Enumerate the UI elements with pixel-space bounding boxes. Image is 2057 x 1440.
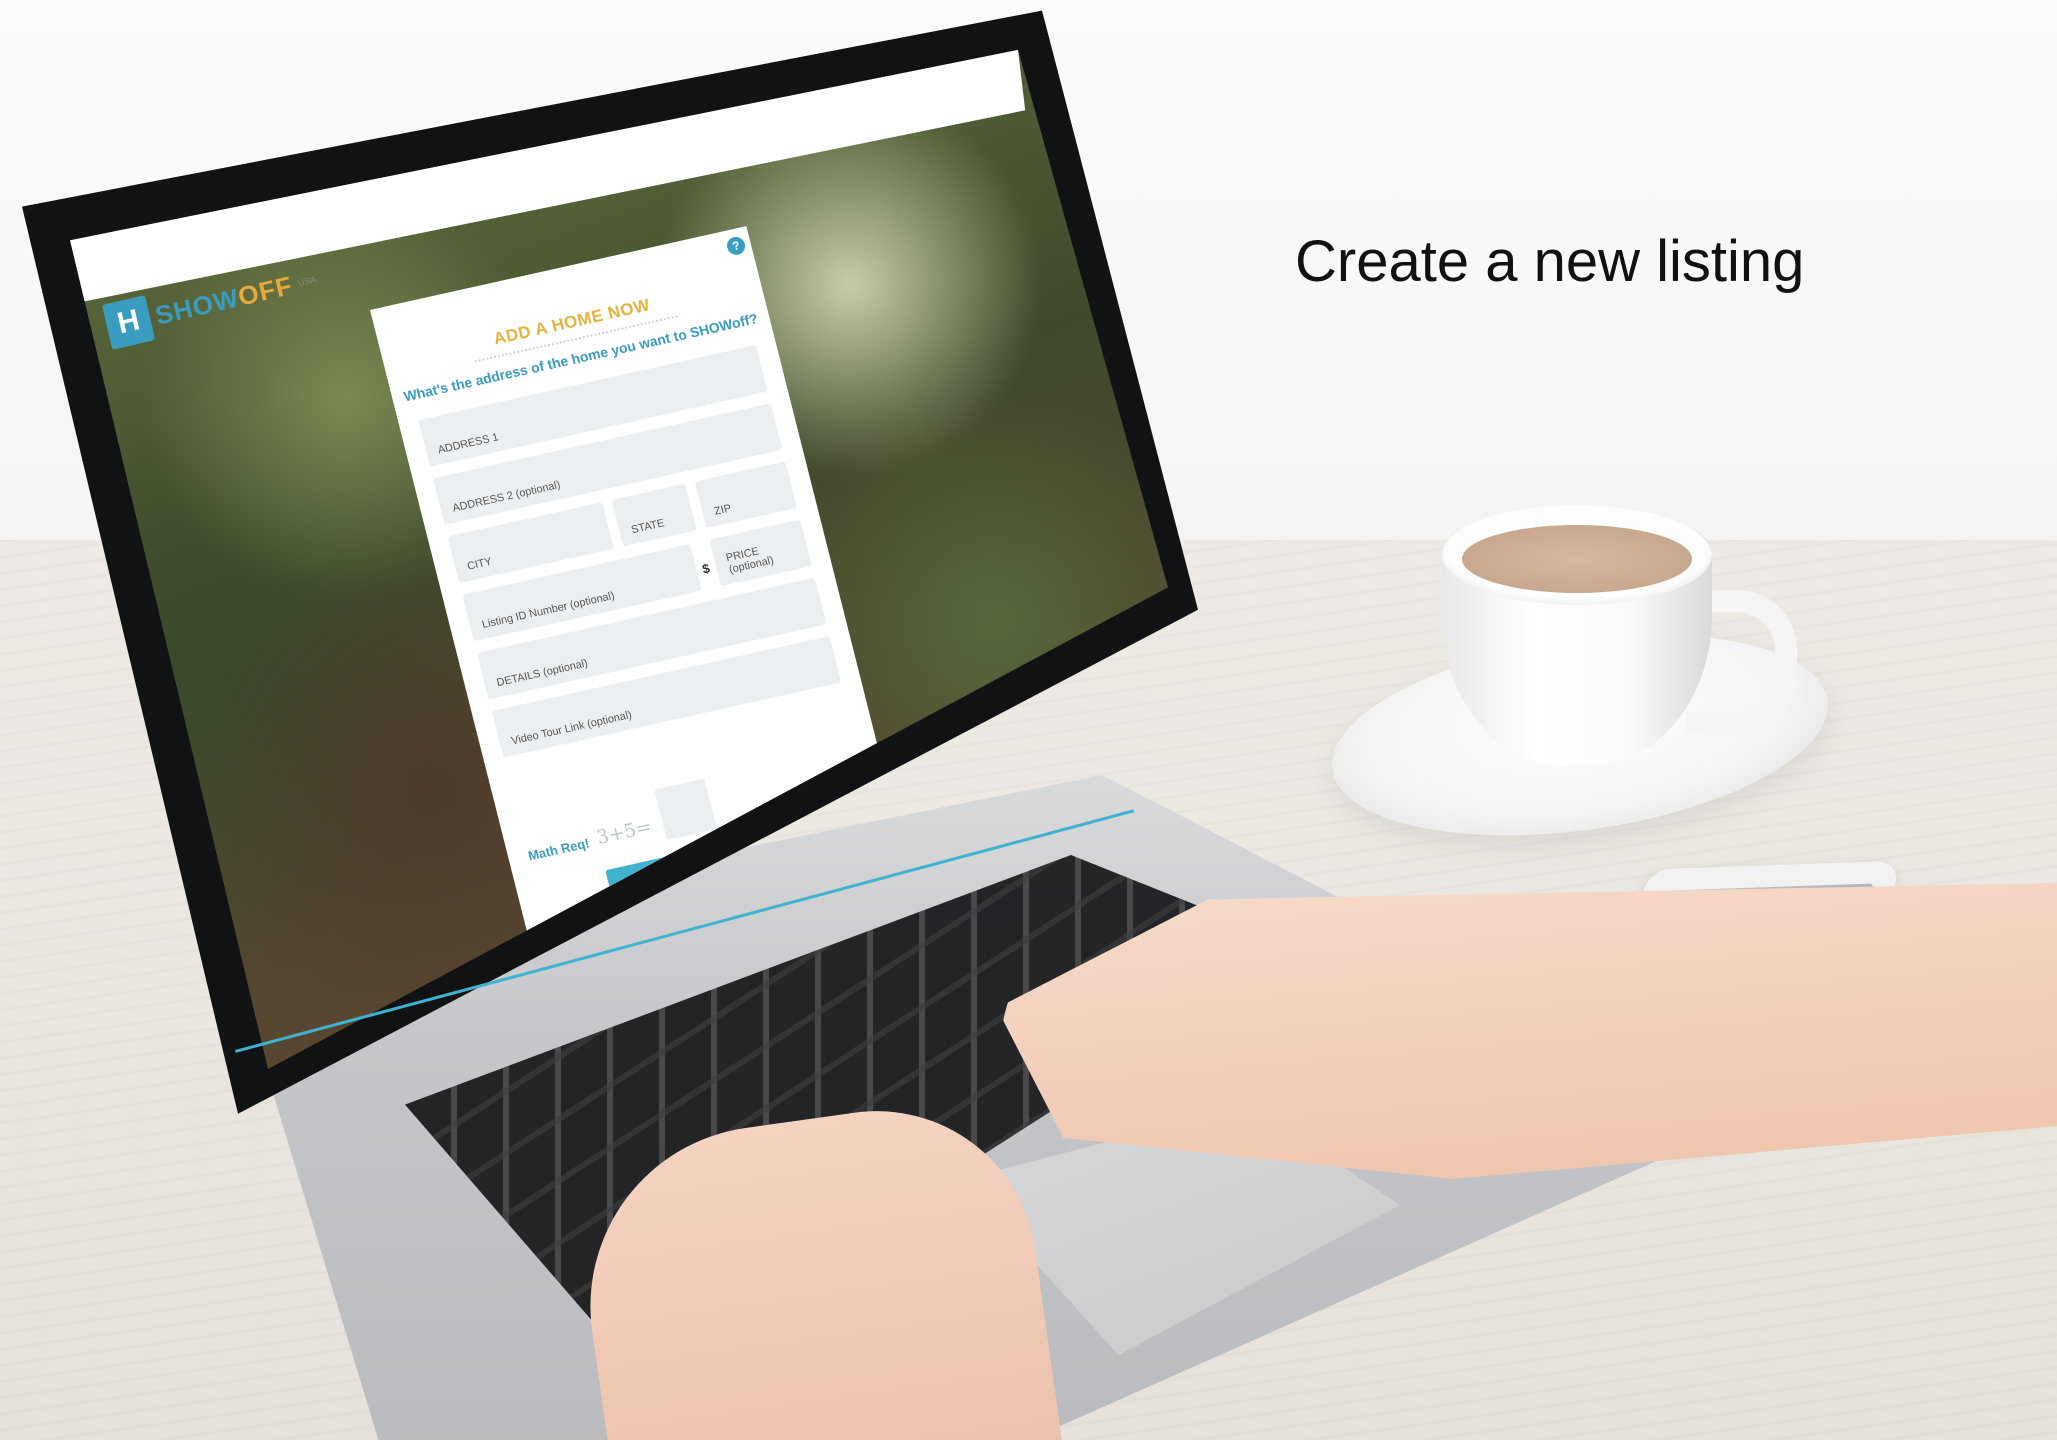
price-input[interactable]: PRICE (optional) bbox=[709, 519, 812, 587]
state-input[interactable]: STATE bbox=[611, 483, 697, 547]
photo-stage: Create a new listing H SHOWOFF USA ? ADD… bbox=[0, 0, 2057, 1440]
logo-subtitle: USA bbox=[296, 274, 318, 289]
coffee bbox=[1462, 525, 1692, 593]
math-captcha-label: Math Req! bbox=[526, 835, 591, 864]
help-icon[interactable]: ? bbox=[725, 235, 747, 257]
math-captcha-input[interactable] bbox=[654, 778, 718, 841]
zip-input[interactable]: ZIP bbox=[694, 461, 798, 529]
house-logo-icon: H bbox=[102, 295, 156, 350]
currency-symbol: $ bbox=[700, 560, 712, 577]
math-captcha-equation: 3+5= bbox=[594, 815, 654, 849]
logo-off: OFF bbox=[235, 269, 296, 312]
headline: Create a new listing bbox=[1295, 229, 1805, 294]
